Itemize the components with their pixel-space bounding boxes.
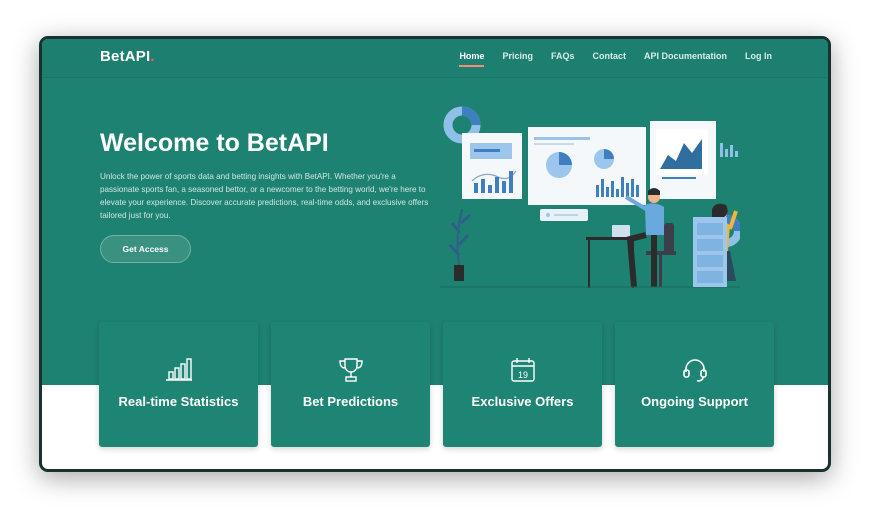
feature-title: Exclusive Offers [471,394,574,409]
calendar-day: 19 [517,370,527,380]
filing-cabinet [693,217,727,287]
hero-title: Welcome to BetAPI [100,129,329,157]
hero-section: BetAPI. Home Pricing FAQs Contact API Do… [42,39,828,447]
feature-card-ongoing-support[interactable]: Ongoing Support [615,322,774,447]
bar-chart-icon [99,357,258,386]
get-access-button[interactable]: Get Access [100,235,191,263]
nav-api-documentation[interactable]: API Documentation [644,51,727,61]
feature-title: Bet Predictions [302,394,399,409]
feature-title: Ongoing Support [641,394,748,409]
brand-logo[interactable]: BetAPI. [100,48,155,65]
feature-card-exclusive-offers[interactable]: 19 Exclusive Offers [443,322,602,447]
browser-window: BetAPI. Home Pricing FAQs Contact API Do… [39,36,831,472]
hero-description: Unlock the power of sports data and bett… [100,172,429,220]
feature-cards: Real-time Statistics Bet Predictions 19 … [99,322,774,447]
calendar-icon: 19 [443,357,602,388]
nav-links: Home Pricing FAQs Contact API Documentat… [441,51,772,67]
trophy-icon [271,357,430,388]
nav-log-in[interactable]: Log In [745,51,772,61]
headset-icon [615,357,774,388]
nav-pricing[interactable]: Pricing [502,51,533,61]
feature-card-realtime-statistics[interactable]: Real-time Statistics [99,322,258,447]
nav-faqs[interactable]: FAQs [551,51,575,61]
nav-home[interactable]: Home [459,51,485,67]
nav-contact[interactable]: Contact [592,51,626,61]
feature-title: Real-time Statistics [118,394,239,409]
top-navbar: BetAPI. Home Pricing FAQs Contact API Do… [42,39,828,78]
brand-dot: . [150,48,155,65]
feature-card-bet-predictions[interactable]: Bet Predictions [271,322,430,447]
brand-name: BetAPI [100,48,151,65]
